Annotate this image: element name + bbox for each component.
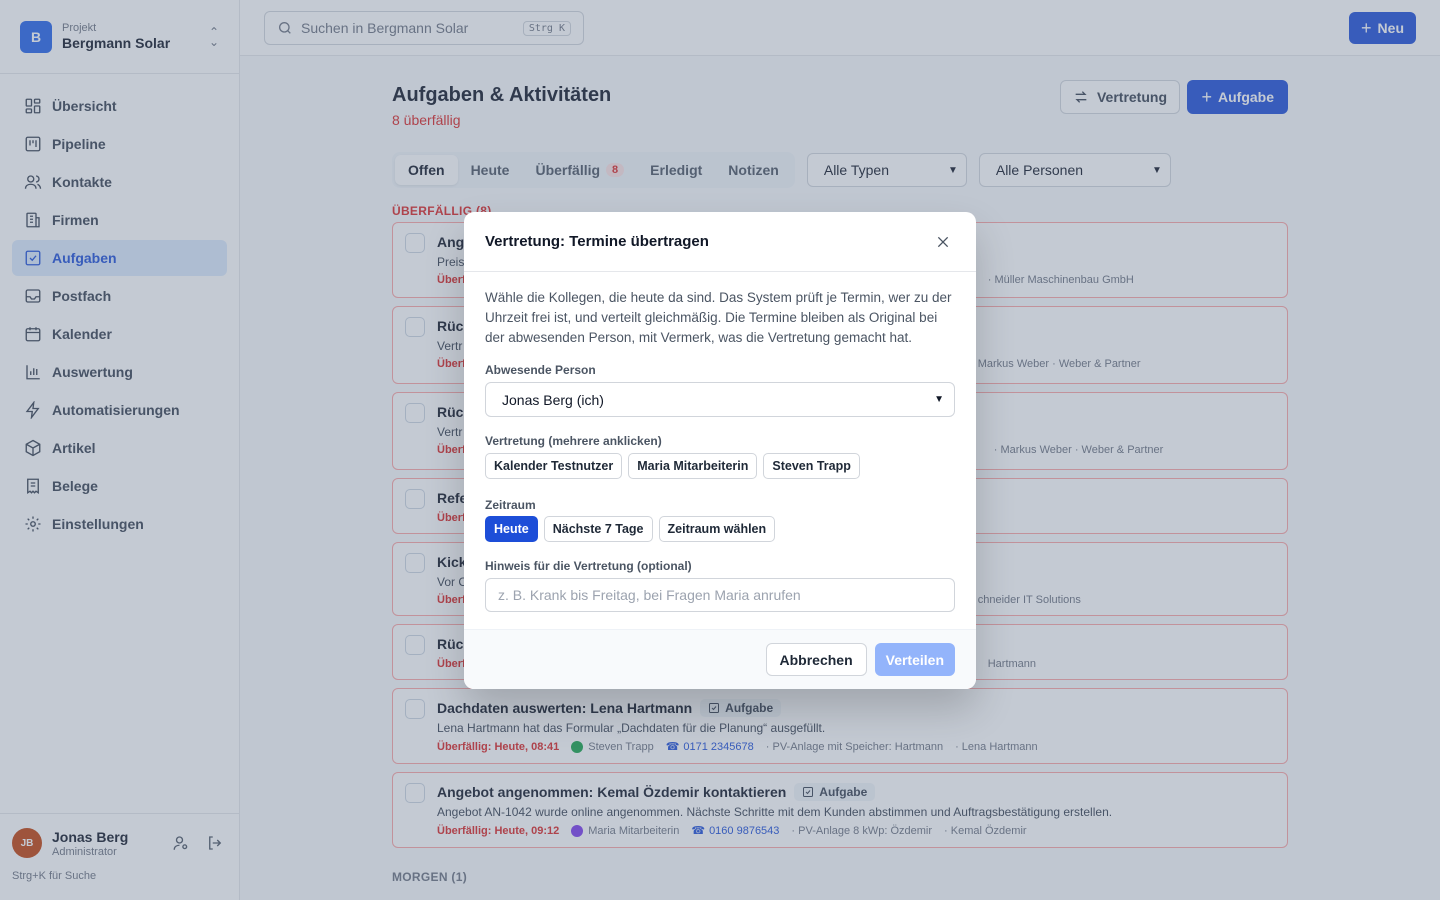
chevron-down-icon: ▼ <box>934 394 944 405</box>
period-chips: Heute Nächste 7 Tage Zeitraum wählen <box>485 516 955 542</box>
substitute-chips: Kalender Testnutzer Maria Mitarbeiterin … <box>485 453 955 479</box>
period-label: Zeitraum <box>485 498 536 512</box>
absent-person-label: Abwesende Person <box>485 363 596 377</box>
period-chip-next-7-days[interactable]: Nächste 7 Tage <box>543 516 653 542</box>
dialog-title: Vertretung: Termine übertragen <box>485 233 709 250</box>
absent-person-select[interactable]: Jonas Berg (ich) ▼ <box>485 382 955 417</box>
note-label: Hinweis für die Vertretung (optional) <box>485 559 692 573</box>
period-chip-heute[interactable]: Heute <box>485 516 538 542</box>
close-icon[interactable] <box>931 230 955 254</box>
substitute-label: Vertretung (mehrere anklicken) <box>485 434 662 448</box>
vertretung-dialog: Vertretung: Termine übertragen Wähle die… <box>464 212 976 689</box>
cancel-button[interactable]: Abbrechen <box>765 643 867 676</box>
note-input[interactable] <box>485 578 955 612</box>
substitute-chip-steven-trapp[interactable]: Steven Trapp <box>763 453 860 479</box>
dialog-description: Wähle die Kollegen, die heute da sind. D… <box>485 290 952 345</box>
substitute-chip-kalender-testnutzer[interactable]: Kalender Testnutzer <box>485 453 623 479</box>
substitute-chip-maria-mitarbeiterin[interactable]: Maria Mitarbeiterin <box>628 453 758 479</box>
distribute-button[interactable]: Verteilen <box>874 643 955 676</box>
period-chip-custom[interactable]: Zeitraum wählen <box>658 516 776 542</box>
